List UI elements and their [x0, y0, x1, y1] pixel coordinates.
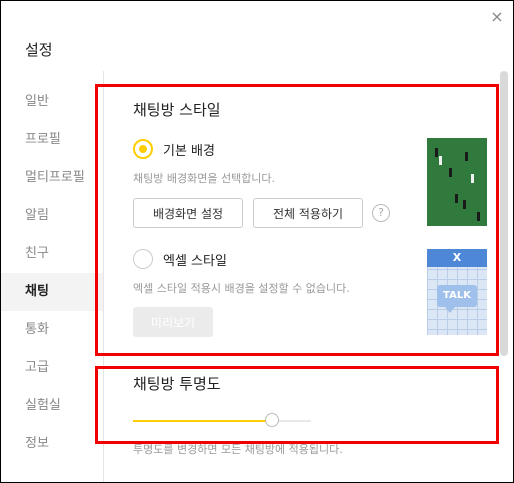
- default-bg-label: 기본 배경: [163, 144, 215, 159]
- sidebar-item-friends[interactable]: 친구: [1, 235, 103, 273]
- scrollbar[interactable]: [500, 71, 508, 356]
- chatroom-style-title: 채팅방 스타일: [133, 101, 221, 119]
- excel-style-thumbnail[interactable]: X TALK: [427, 249, 487, 335]
- sidebar-item-advanced[interactable]: 고급: [1, 349, 103, 387]
- sidebar-item-lab[interactable]: 실험실: [1, 387, 103, 425]
- settings-sidebar: 일반 프로필 멀티프로필 알림 친구 채팅 통화 고급 실험실 정보: [1, 71, 104, 482]
- transparency-slider-fill: [133, 420, 272, 422]
- transparency-title: 채팅방 투명도: [133, 375, 221, 393]
- close-icon[interactable]: ×: [487, 7, 507, 27]
- transparency-description: 투명도를 변경하면 모든 채팅방에 적용됩니다.: [133, 443, 343, 456]
- excel-thumb-header: X: [427, 249, 487, 267]
- excel-style-radio[interactable]: [133, 249, 153, 269]
- apply-all-button[interactable]: 전체 적용하기: [253, 198, 363, 228]
- default-bg-description: 채팅방 배경화면을 선택합니다.: [133, 172, 276, 185]
- preview-button[interactable]: 미리보기: [133, 307, 213, 337]
- sidebar-item-notifications[interactable]: 알림: [1, 197, 103, 235]
- sidebar-item-profile[interactable]: 프로필: [1, 121, 103, 159]
- default-bg-radio[interactable]: [133, 139, 153, 159]
- transparency-slider-knob[interactable]: [265, 413, 279, 427]
- set-wallpaper-button[interactable]: 배경화면 설정: [133, 198, 243, 228]
- excel-thumb-bubble: TALK: [437, 285, 477, 307]
- sidebar-item-calls[interactable]: 통화: [1, 311, 103, 349]
- excel-style-label: 엑셀 스타일: [163, 254, 227, 269]
- default-bg-thumbnail[interactable]: [427, 138, 487, 226]
- sidebar-item-info[interactable]: 정보: [1, 425, 103, 463]
- sidebar-item-general[interactable]: 일반: [1, 83, 103, 121]
- transparency-slider[interactable]: [133, 413, 311, 427]
- help-icon[interactable]: ?: [372, 204, 390, 222]
- window-title: 설정: [25, 41, 53, 59]
- sidebar-item-multiprofile[interactable]: 멀티프로필: [1, 159, 103, 197]
- sidebar-item-chat[interactable]: 채팅: [1, 273, 103, 311]
- settings-window: 설정 × 일반 프로필 멀티프로필 알림 친구 채팅 통화 고급 실험실 정보 …: [0, 0, 514, 483]
- excel-style-description: 엑셀 스타일 적용시 배경을 설정할 수 없습니다.: [133, 282, 350, 295]
